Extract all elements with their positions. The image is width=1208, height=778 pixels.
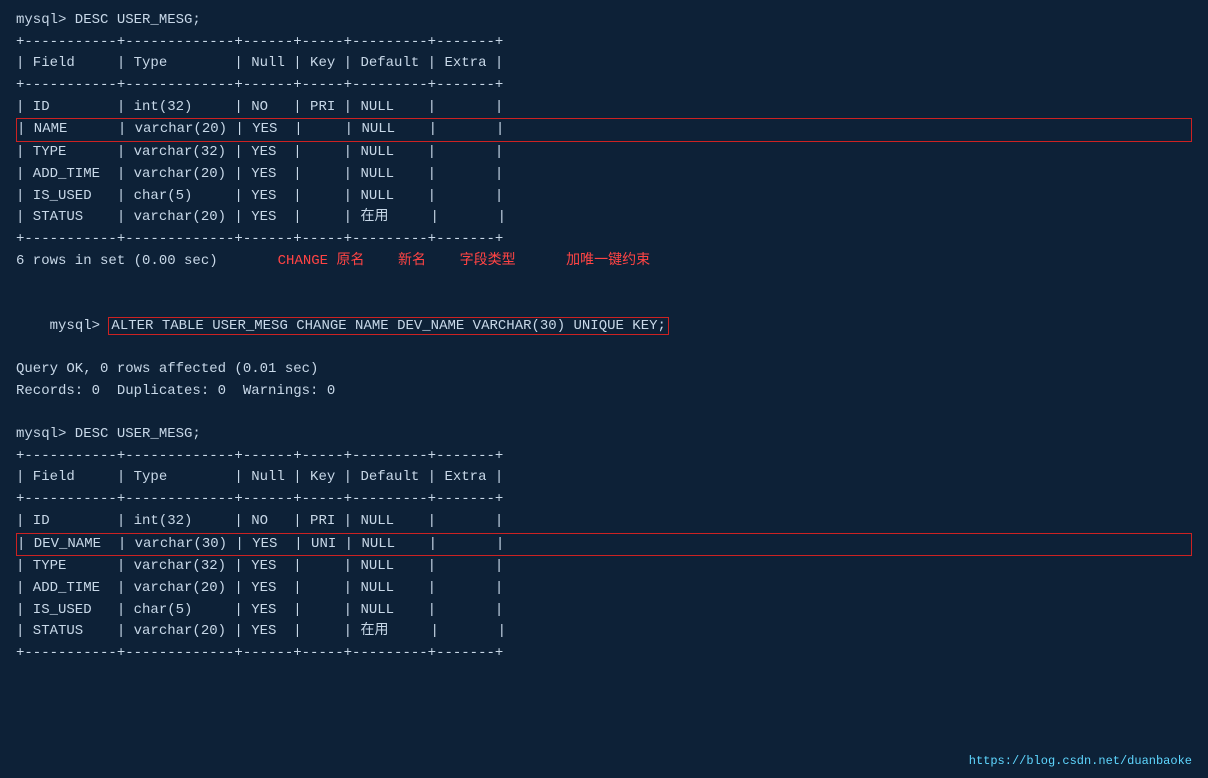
block1-sep3: +-----------+-------------+------+-----+… [16, 229, 1192, 251]
block1-header: | Field | Type | Null | Key | Default | … [16, 53, 1192, 75]
block3-sep1: +-----------+-------------+------+-----+… [16, 446, 1192, 468]
spacer1 [16, 272, 1192, 294]
prompt: mysql> [50, 318, 109, 334]
block2-line3: Records: 0 Duplicates: 0 Warnings: 0 [16, 381, 1192, 403]
table-row: | ID | int(32) | NO | PRI | NULL | | [16, 97, 1192, 119]
table-row: | TYPE | varchar(32) | YES | | NULL | | [16, 142, 1192, 164]
rowcount-text: 6 rows in set (0.00 sec) [16, 251, 218, 273]
table-row-highlighted: | DEV_NAME | varchar(30) | YES | UNI | N… [16, 533, 1192, 557]
block1-sep1: +-----------+-------------+------+-----+… [16, 32, 1192, 54]
table-row: | IS_USED | char(5) | YES | | NULL | | [16, 186, 1192, 208]
alter-command: ALTER TABLE USER_MESG CHANGE NAME DEV_NA… [108, 317, 669, 335]
table-row: | STATUS | varchar(20) | YES | | 在用 | | [16, 207, 1192, 229]
table-row: | ID | int(32) | NO | PRI | NULL | | [16, 511, 1192, 533]
table-row: | STATUS | varchar(20) | YES | | 在用 | | [16, 621, 1192, 643]
table-row-highlighted: | NAME | varchar(20) | YES | | NULL | | [16, 118, 1192, 142]
table-row: | ADD_TIME | varchar(20) | YES | | NULL … [16, 578, 1192, 600]
table-row: | TYPE | varchar(32) | YES | | NULL | | [16, 556, 1192, 578]
block1-rowcount: 6 rows in set (0.00 sec) CHANGE 原名 新名 字段… [16, 251, 1192, 273]
block3-header: | Field | Type | Null | Key | Default | … [16, 467, 1192, 489]
block2-line2: Query OK, 0 rows affected (0.01 sec) [16, 359, 1192, 381]
block2-command: mysql> ALTER TABLE USER_MESG CHANGE NAME… [16, 294, 1192, 359]
block1-sep2: +-----------+-------------+------+-----+… [16, 75, 1192, 97]
block3-sep2: +-----------+-------------+------+-----+… [16, 489, 1192, 511]
table-row: | ADD_TIME | varchar(20) | YES | | NULL … [16, 164, 1192, 186]
spacer2 [16, 402, 1192, 424]
block3-command: mysql> DESC USER_MESG; [16, 424, 1192, 446]
block3-sep3: +-----------+-------------+------+-----+… [16, 643, 1192, 665]
block1-command: mysql> DESC USER_MESG; [16, 10, 1192, 32]
watermark: https://blog.csdn.net/duanbaoke [969, 754, 1192, 768]
table-row: | IS_USED | char(5) | YES | | NULL | | [16, 600, 1192, 622]
terminal: mysql> DESC USER_MESG; +-----------+----… [16, 10, 1192, 665]
annotation-text: CHANGE 原名 新名 字段类型 加唯一键约束 [278, 251, 650, 273]
